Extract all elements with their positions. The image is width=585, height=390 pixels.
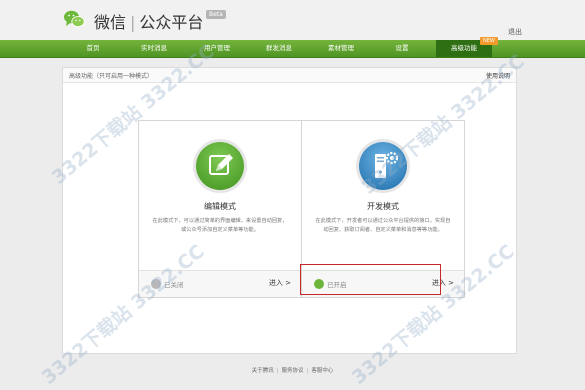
nav-mass-messages[interactable]: 群发消息 (254, 40, 304, 57)
nav-home[interactable]: 首页 (70, 40, 116, 57)
advanced-features-panel: 高级功能（只可启用一种模式） 使用说明 编辑模式 在此模式下，可以通过简单的界面… (62, 67, 517, 354)
edit-mode-title: 编辑模式 (204, 202, 236, 211)
edit-mode-status: 已关闭 (164, 281, 184, 289)
server-gear-icon (356, 139, 410, 193)
new-badge: NEW (480, 37, 498, 45)
edit-pencil-icon (193, 139, 247, 193)
wechat-logo-icon (64, 10, 85, 27)
highlight-box (300, 264, 441, 295)
title-separator: | (130, 13, 136, 32)
nav-material-management[interactable]: 素材管理 (316, 40, 366, 57)
edit-mode-footer: 已关闭 进入 > (139, 270, 301, 297)
page-footer: 关于腾讯 | 服务协议 | 客服中心 (0, 366, 585, 374)
logout-link[interactable]: 退出 (508, 27, 522, 37)
nav-settings[interactable]: 设置 (378, 40, 426, 57)
brand-name: 微信 (94, 13, 127, 32)
footer-terms-link[interactable]: 服务协议 (281, 368, 303, 374)
developer-mode-description: 在此模式下，开发者可以通过公众平台提供的接口，实现自动回复、获取订阅者、自定义菜… (315, 218, 451, 233)
edit-mode-card: 编辑模式 在此模式下，可以通过简单的界面编辑，来设置自动回复，或公众号添加自定义… (138, 120, 302, 298)
edit-mode-enter-link[interactable]: 进入 > (269, 278, 291, 288)
nav-realtime-messages[interactable]: 实时消息 (128, 40, 180, 57)
usage-help-link[interactable]: 使用说明 (486, 71, 510, 80)
breadcrumb: 高级功能（只可启用一种模式） (69, 73, 154, 80)
footer-about-link[interactable]: 关于腾讯 (252, 368, 274, 374)
status-off-icon (151, 279, 161, 289)
developer-mode-title: 开发模式 (367, 202, 399, 211)
footer-support-link[interactable]: 客服中心 (311, 368, 333, 374)
nav-user-management[interactable]: 用户管理 (192, 40, 242, 57)
product-name: 公众平台 (139, 13, 204, 32)
edit-mode-description: 在此模式下，可以通过简单的界面编辑，来设置自动回复，或公众号添加自定义菜单等功能… (152, 218, 288, 233)
top-header: 微信 | 公众平台 Beta 退出 (0, 0, 585, 40)
footer-separator: | (306, 368, 309, 374)
footer-separator: | (276, 368, 279, 374)
beta-badge: Beta (206, 10, 226, 19)
panel-header: 高级功能（只可启用一种模式） 使用说明 (63, 68, 516, 83)
platform-title: 微信 | 公众平台 (94, 9, 203, 33)
